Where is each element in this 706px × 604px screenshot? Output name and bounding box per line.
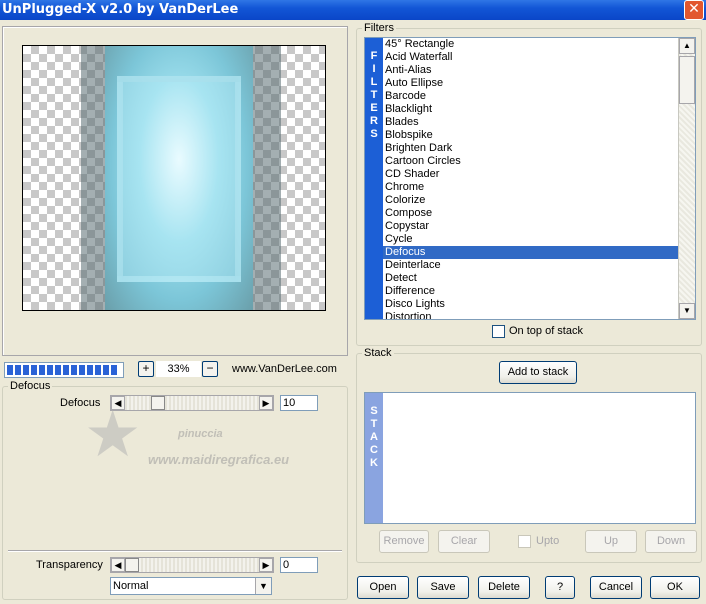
filter-list-item[interactable]: Acid Waterfall: [383, 51, 678, 64]
stack-group-title: Stack: [362, 347, 394, 359]
settings-group-title: Defocus: [8, 380, 53, 392]
transparency-slider-thumb[interactable]: [125, 558, 139, 572]
scroll-thumb[interactable]: [679, 56, 695, 104]
filter-list-item[interactable]: Difference: [383, 285, 678, 298]
blend-mode-select[interactable]: Normal ▼: [110, 577, 272, 595]
close-icon: ✕: [688, 1, 700, 17]
filter-list-item[interactable]: Deinterlace: [383, 259, 678, 272]
filter-list-item[interactable]: Cartoon Circles: [383, 155, 678, 168]
star-logo-icon: ★: [84, 398, 142, 470]
watermark-line-1: pinuccia: [178, 428, 223, 440]
filter-list-item[interactable]: Auto Ellipse: [383, 77, 678, 90]
preview-inner: [117, 76, 241, 282]
minus-icon: −: [206, 361, 214, 375]
filters-group-title: Filters: [362, 22, 396, 34]
filter-list-item[interactable]: Brighten Dark: [383, 142, 678, 155]
filter-list-item[interactable]: Blobspike: [383, 129, 678, 142]
upto-checkbox[interactable]: [518, 535, 531, 548]
up-button[interactable]: Up: [585, 530, 637, 553]
add-to-stack-button[interactable]: Add to stack: [499, 361, 577, 384]
zoom-value: 33%: [156, 361, 201, 377]
filter-list-item[interactable]: Disco Lights: [383, 298, 678, 311]
filter-list-item[interactable]: Chrome: [383, 181, 678, 194]
transparency-value-field[interactable]: 0: [280, 557, 318, 573]
filter-list-item[interactable]: Detect: [383, 272, 678, 285]
on-top-of-stack-label[interactable]: On top of stack: [509, 325, 583, 337]
title-bar: UnPlugged-X v2.0 by VanDerLee ✕: [0, 0, 706, 20]
clear-button[interactable]: Clear: [438, 530, 490, 553]
preview-image[interactable]: [22, 45, 326, 311]
chevron-down-icon[interactable]: ▼: [255, 578, 271, 594]
scroll-up-icon[interactable]: ▲: [679, 38, 695, 54]
filter-list-item[interactable]: 45° Rectangle: [383, 38, 678, 51]
stack-list[interactable]: STACK: [364, 392, 696, 524]
help-button[interactable]: ?: [545, 576, 575, 599]
remove-button[interactable]: Remove: [379, 530, 429, 553]
delete-button[interactable]: Delete: [478, 576, 530, 599]
filter-list-item[interactable]: Cycle: [383, 233, 678, 246]
filter-items: 45° Rectangle Acid Waterfall Anti-Alias Aut…: [383, 38, 678, 319]
save-button[interactable]: Save: [417, 576, 469, 599]
filter-list-item[interactable]: Barcode: [383, 90, 678, 103]
open-button[interactable]: Open: [357, 576, 409, 599]
progress-bar: [4, 362, 124, 378]
close-button[interactable]: ✕: [684, 0, 704, 20]
watermark-line-2: www.maidiregrafica.eu: [148, 452, 290, 467]
down-button[interactable]: Down: [645, 530, 697, 553]
filter-list-item[interactable]: Distortion: [383, 311, 678, 319]
ok-button[interactable]: OK: [650, 576, 700, 599]
window-title: UnPlugged-X v2.0 by VanDerLee: [2, 2, 239, 17]
slider-right-arrow-icon[interactable]: ▶: [259, 558, 273, 572]
filter-list-item[interactable]: Blacklight: [383, 103, 678, 116]
preview-band-right: [249, 46, 281, 310]
zoom-in-button[interactable]: +: [138, 361, 154, 377]
on-top-of-stack-checkbox[interactable]: [492, 325, 505, 338]
zoom-out-button[interactable]: −: [202, 361, 218, 377]
transparency-label: Transparency: [36, 559, 103, 571]
blend-mode-value: Normal: [113, 580, 149, 592]
filter-list-scrollbar[interactable]: ▲ ▼: [678, 38, 695, 319]
upto-label[interactable]: Upto: [536, 535, 559, 547]
filter-list-item[interactable]: Anti-Alias: [383, 64, 678, 77]
transparency-slider[interactable]: ◀ ▶: [110, 557, 274, 573]
filter-list-item[interactable]: Defocus: [383, 246, 678, 259]
slider-left-arrow-icon[interactable]: ◀: [111, 558, 125, 572]
settings-divider: [8, 550, 342, 552]
watermark: ★ pinuccia www.maidiregrafica.eu: [84, 402, 314, 474]
filter-list-item[interactable]: CD Shader: [383, 168, 678, 181]
plus-icon: +: [142, 361, 150, 375]
stack-vertical-tab: STACK: [365, 393, 383, 523]
filter-list[interactable]: FILTERS 45° Rectangle Acid Waterfall Anti-…: [364, 37, 696, 320]
cancel-button[interactable]: Cancel: [590, 576, 642, 599]
filters-vertical-tab: FILTERS: [365, 38, 383, 319]
filter-list-item[interactable]: Colorize: [383, 194, 678, 207]
preview-core: [105, 46, 253, 310]
filter-list-item[interactable]: Copystar: [383, 220, 678, 233]
website-label[interactable]: www.VanDerLee.com: [232, 363, 337, 375]
filter-list-item[interactable]: Compose: [383, 207, 678, 220]
scroll-down-icon[interactable]: ▼: [679, 303, 695, 319]
filter-list-item[interactable]: Blades: [383, 116, 678, 129]
